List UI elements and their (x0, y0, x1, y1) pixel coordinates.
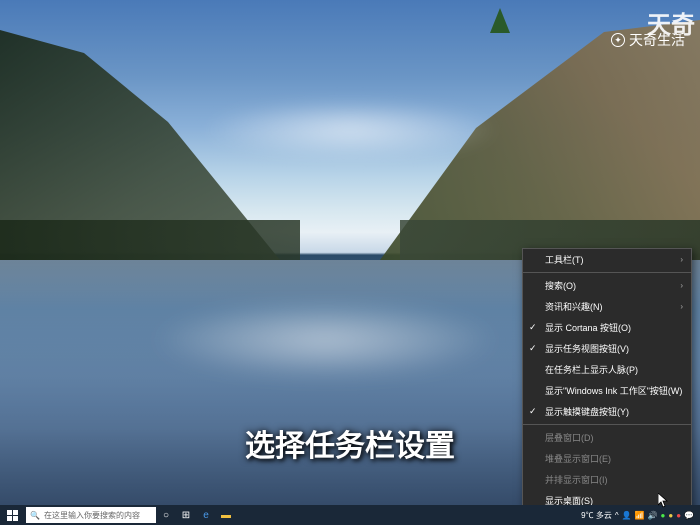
check-icon: ✓ (529, 343, 537, 354)
chevron-right-icon: › (680, 255, 683, 264)
menu-people[interactable]: 在任务栏上显示人脉(P) (523, 359, 691, 380)
tray-notification-icon[interactable]: 💬 (684, 511, 694, 520)
taskbar[interactable]: 🔍 在这里输入你要搜索的内容 ○ ⊞ e ▬ 9℃ 多云 ^ 👤 📶 🔊 ● ●… (0, 505, 700, 525)
watermark-text: 天奇生活 (629, 30, 685, 50)
tray-volume-icon[interactable]: 🔊 (648, 511, 658, 520)
tray-network-icon[interactable]: 📶 (635, 511, 645, 520)
start-button[interactable] (0, 505, 24, 525)
globe-icon: ✦ (611, 33, 625, 47)
tree-ornament-icon (490, 8, 510, 33)
search-placeholder: 在这里输入你要搜索的内容 (44, 510, 140, 521)
search-input[interactable]: 🔍 在这里输入你要搜索的内容 (26, 507, 156, 523)
watermark-brand: ✦ 天奇生活 (611, 30, 685, 50)
taskbar-context-menu: 工具栏(T)› 搜索(O)› 资讯和兴趣(N)› ✓显示 Cortana 按钮(… (522, 248, 692, 505)
menu-cascade[interactable]: 层叠窗口(D) (523, 427, 691, 448)
menu-separator (523, 272, 691, 273)
edge-icon[interactable]: e (196, 505, 216, 525)
desktop-wallpaper: 天奇 ✦ 天奇生活 选择任务栏设置 工具栏(T)› 搜索(O)› 资讯和兴趣(N… (0, 0, 700, 505)
tray-app-icon[interactable]: ● (668, 511, 673, 520)
menu-separator (523, 424, 691, 425)
menu-toolbars[interactable]: 工具栏(T)› (523, 249, 691, 270)
menu-side-by-side[interactable]: 并排显示窗口(I) (523, 469, 691, 490)
chevron-right-icon: › (680, 302, 683, 311)
tutorial-subtitle: 选择任务栏设置 (245, 421, 455, 465)
task-view-icon[interactable]: ⊞ (176, 505, 196, 525)
explorer-icon[interactable]: ▬ (216, 505, 236, 525)
wallpaper-decoration (150, 300, 500, 380)
wallpaper-decoration (0, 220, 300, 260)
tray-people-icon[interactable]: 👤 (622, 511, 632, 520)
search-icon: 🔍 (30, 511, 40, 520)
menu-task-view[interactable]: ✓显示任务视图按钮(V) (523, 338, 691, 359)
menu-news-interests[interactable]: 资讯和兴趣(N)› (523, 296, 691, 317)
menu-touch-keyboard[interactable]: ✓显示触摸键盘按钮(Y) (523, 401, 691, 422)
chevron-right-icon: › (680, 281, 683, 290)
system-tray[interactable]: 9℃ 多云 ^ 👤 📶 🔊 ● ● ● 💬 (581, 510, 700, 521)
wallpaper-decoration (200, 100, 500, 160)
check-icon: ✓ (529, 406, 537, 417)
weather-widget[interactable]: 9℃ 多云 (581, 510, 612, 521)
menu-search[interactable]: 搜索(O)› (523, 275, 691, 296)
menu-show-desktop[interactable]: 显示桌面(S) (523, 490, 691, 505)
app-icon[interactable] (236, 505, 326, 525)
cortana-icon[interactable]: ○ (156, 505, 176, 525)
menu-cortana-button[interactable]: ✓显示 Cortana 按钮(O) (523, 317, 691, 338)
tray-app-icon[interactable]: ● (661, 511, 666, 520)
windows-icon (7, 510, 18, 521)
menu-stack[interactable]: 堆叠显示窗口(E) (523, 448, 691, 469)
tray-chevron-icon[interactable]: ^ (615, 511, 619, 520)
tray-app-icon[interactable]: ● (676, 511, 681, 520)
menu-windows-ink[interactable]: 显示"Windows Ink 工作区"按钮(W) (523, 380, 691, 401)
check-icon: ✓ (529, 322, 537, 333)
